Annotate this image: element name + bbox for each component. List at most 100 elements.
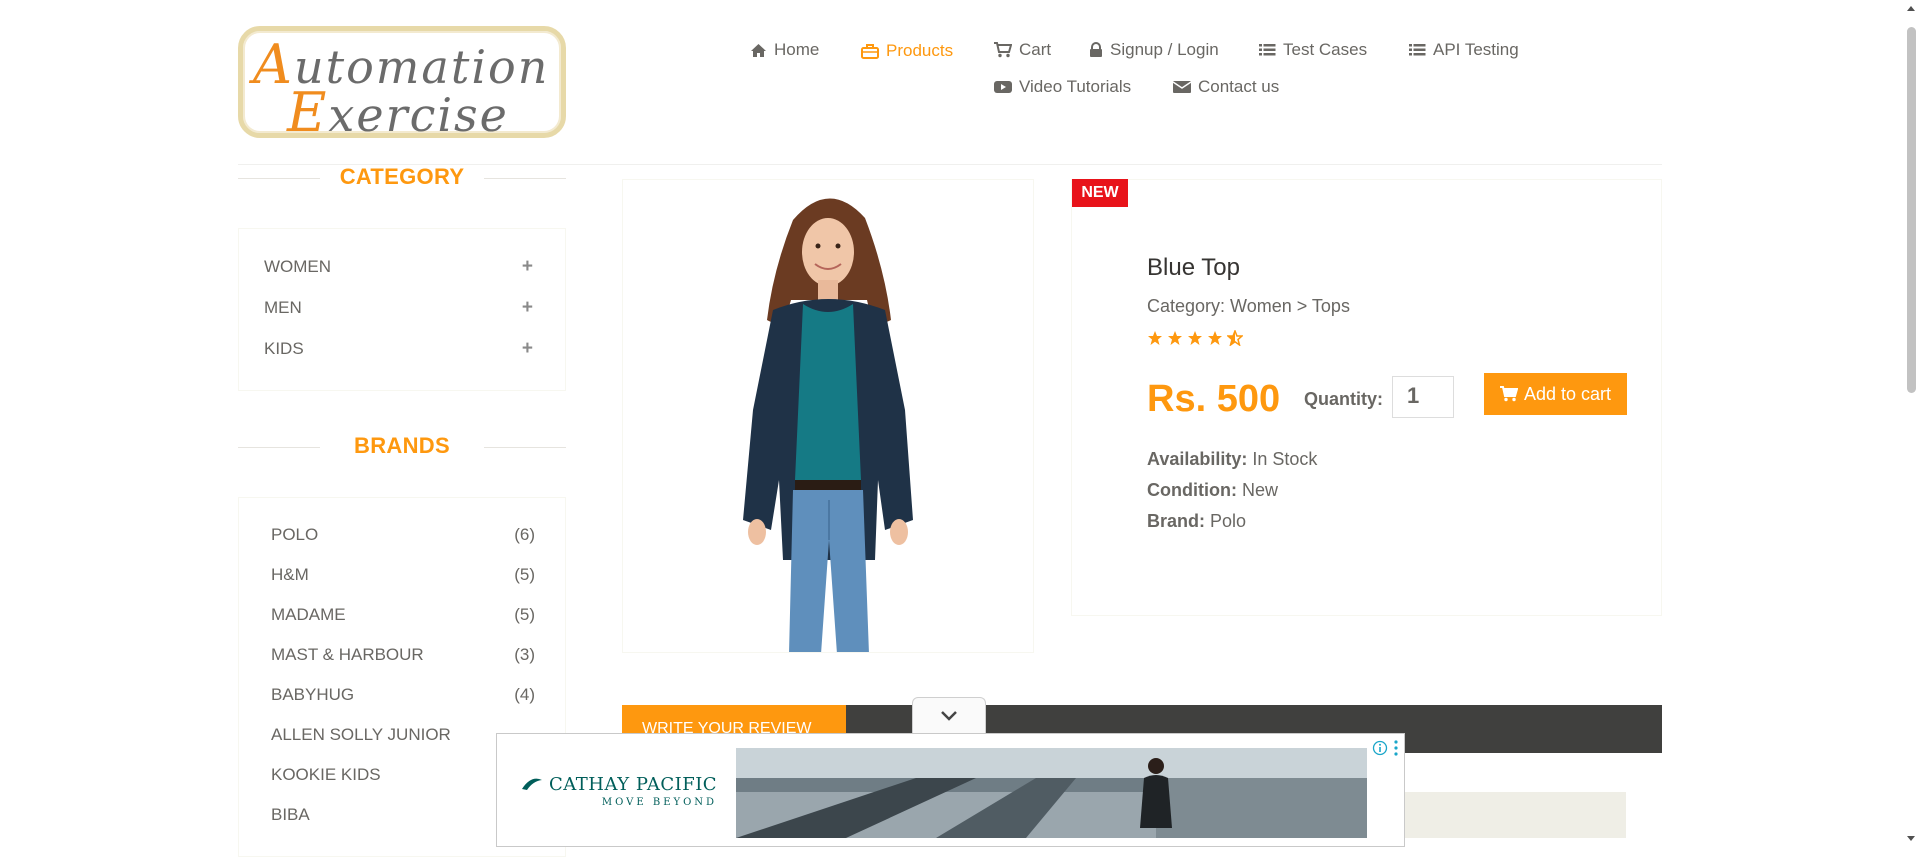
cart-icon xyxy=(994,42,1012,58)
add-to-cart-label: Add to cart xyxy=(1523,383,1612,404)
star-icon xyxy=(1188,331,1202,345)
nav-test-cases-label: Test Cases xyxy=(1283,40,1368,59)
nav-video-label: Video Tutorials xyxy=(1019,77,1132,96)
scroll-down-arrow-icon[interactable] xyxy=(1906,835,1916,843)
logo-line-2: Exercise xyxy=(287,81,509,144)
brand-count: (6) xyxy=(514,525,535,544)
condition-value: New xyxy=(1241,480,1278,500)
brand-label: BABYHUG xyxy=(271,685,355,704)
star-half-icon xyxy=(1227,330,1243,346)
ad-brand: CATHAY PACIFIC MOVE BEYOND xyxy=(521,774,717,808)
nav-signup-login[interactable]: Signup / Login xyxy=(1089,40,1219,60)
brand-line: Brand: Polo xyxy=(1147,511,1246,532)
lock-icon xyxy=(1090,42,1102,57)
brand-value: Polo xyxy=(1210,511,1247,531)
nav-api-testing-label: API Testing xyxy=(1433,40,1519,59)
title-rule xyxy=(484,447,566,448)
nav-cart[interactable]: Cart xyxy=(994,40,1051,60)
product-name: Blue Top xyxy=(1147,254,1240,281)
nav-api-testing[interactable]: API Testing xyxy=(1409,40,1519,60)
cathay-logo-icon xyxy=(522,778,542,790)
product-photo xyxy=(743,198,913,652)
title-rule xyxy=(238,178,320,179)
availability-value: In Stock xyxy=(1252,449,1318,469)
category-title: CATEGORY xyxy=(339,164,465,189)
ad-collapse-button[interactable] xyxy=(912,697,986,734)
category-title-wrap: CATEGORY xyxy=(238,164,566,190)
brand-label: KOOKIE KIDS xyxy=(271,765,381,784)
title-rule xyxy=(238,447,320,448)
brand-item[interactable]: MAST & HARBOUR (3) xyxy=(271,645,535,665)
nav-video-tutorials[interactable]: Video Tutorials xyxy=(994,77,1131,97)
nav-products-label: Products xyxy=(886,41,954,60)
nav-test-cases[interactable]: Test Cases xyxy=(1259,40,1367,60)
nav-signup-label: Signup / Login xyxy=(1110,40,1219,59)
star-icon xyxy=(1208,331,1222,345)
brand-item[interactable]: POLO (6) xyxy=(271,525,535,545)
brand-label: Brand: xyxy=(1147,511,1205,531)
list-icon xyxy=(1409,44,1426,56)
condition-line: Condition: New xyxy=(1147,480,1278,501)
youtube-icon xyxy=(994,81,1012,93)
category-men[interactable]: MEN + xyxy=(264,297,533,319)
nav-contact-us[interactable]: Contact us xyxy=(1173,77,1279,97)
nav-contact-label: Contact us xyxy=(1198,77,1280,96)
availability-label: Availability: xyxy=(1147,449,1248,469)
category-women[interactable]: WOMEN + xyxy=(264,256,533,278)
product-price: Rs. 500 xyxy=(1147,378,1281,420)
nav-home[interactable]: Home xyxy=(750,40,819,60)
ad-banner[interactable]: CATHAY PACIFIC MOVE BEYOND xyxy=(496,733,1405,847)
briefcase-icon xyxy=(861,43,879,59)
home-icon xyxy=(751,43,766,57)
brand-item[interactable]: H&M (5) xyxy=(271,565,535,585)
category-kids[interactable]: KIDS + xyxy=(264,338,533,360)
cart-icon xyxy=(1499,386,1518,402)
brand-label: ALLEN SOLLY JUNIOR xyxy=(271,725,451,744)
ad-info-icon[interactable] xyxy=(1372,740,1388,756)
list-icon xyxy=(1259,44,1276,56)
quantity-label: Quantity: xyxy=(1304,389,1383,409)
brand-item[interactable]: MADAME (5) xyxy=(271,605,535,625)
brand-count: (4) xyxy=(514,685,535,704)
ad-brand-name: CATHAY PACIFIC xyxy=(549,774,718,795)
brand-label: BIBA xyxy=(271,805,310,824)
new-badge: NEW xyxy=(1072,179,1128,207)
quantity-input[interactable]: 1 xyxy=(1392,376,1454,418)
add-to-cart-button[interactable]: Add to cart xyxy=(1484,373,1627,415)
star-icon xyxy=(1168,331,1182,345)
brand-label: MADAME xyxy=(271,605,346,624)
site-logo[interactable]: Automation Exercise xyxy=(238,26,566,144)
ad-menu-icon[interactable] xyxy=(1393,739,1399,757)
star-icon xyxy=(1148,331,1162,345)
scroll-up-arrow-icon[interactable] xyxy=(1906,4,1916,12)
category-panel: WOMEN + MEN + KIDS + xyxy=(238,228,566,391)
condition-label: Condition: xyxy=(1147,480,1237,500)
plus-icon[interactable]: + xyxy=(522,256,533,278)
availability-line: Availability: In Stock xyxy=(1147,449,1317,470)
product-image xyxy=(622,179,1034,653)
brands-title-wrap: BRANDS xyxy=(238,433,566,459)
brand-count: (3) xyxy=(514,645,535,664)
category-label: WOMEN xyxy=(264,257,332,276)
envelope-icon xyxy=(1173,81,1191,93)
chevron-down-icon xyxy=(941,711,957,721)
category-label: MEN xyxy=(264,298,302,317)
title-rule xyxy=(484,178,566,179)
plus-icon[interactable]: + xyxy=(522,338,533,360)
brand-count: (5) xyxy=(514,605,535,624)
plus-icon[interactable]: + xyxy=(522,297,533,319)
brand-count: (5) xyxy=(514,565,535,584)
brand-label: H&M xyxy=(271,565,309,584)
scrollbar-thumb[interactable] xyxy=(1907,27,1916,393)
ad-image xyxy=(736,748,1367,838)
nav-home-label: Home xyxy=(774,40,820,59)
product-category: Category: Women > Tops xyxy=(1147,296,1350,316)
brand-label: MAST & HARBOUR xyxy=(271,645,424,664)
nav-cart-label: Cart xyxy=(1019,40,1052,59)
brand-label: POLO xyxy=(271,525,319,544)
brands-title: BRANDS xyxy=(354,433,450,458)
rating-stars xyxy=(1147,330,1243,346)
brand-item[interactable]: BABYHUG (4) xyxy=(271,685,535,705)
nav-products[interactable]: Products xyxy=(861,41,953,61)
category-label: KIDS xyxy=(264,339,304,358)
